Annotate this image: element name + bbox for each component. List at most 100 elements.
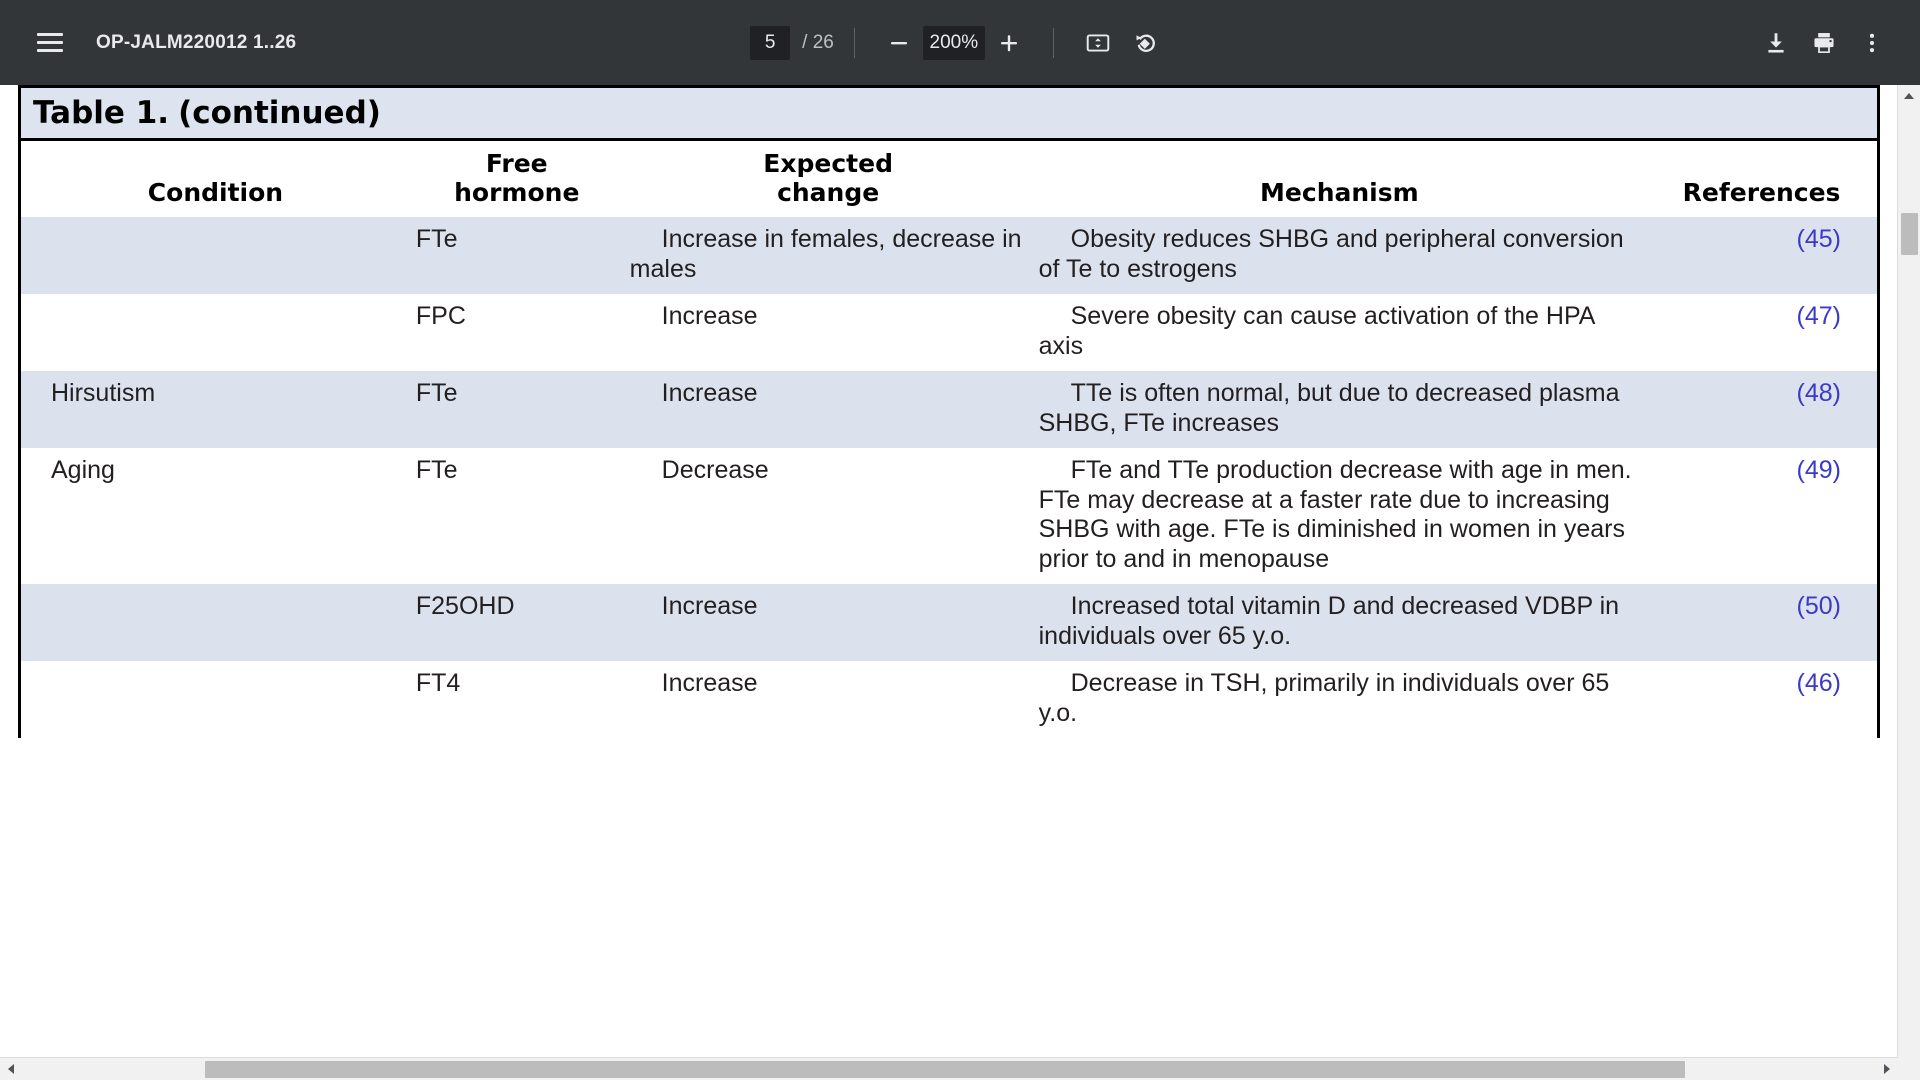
rotate-button[interactable] [1122,19,1170,67]
cell-expected-change: Decrease [623,448,1033,584]
page-total-label: / 26 [802,31,834,53]
cell-expected-change-text: Increase [661,592,758,620]
cell-condition [19,294,410,371]
cell-reference-text: (46) [1796,669,1841,697]
pdf-toolbar: OP-JALM220012 1..26 / 26 200% [0,0,1920,85]
column-header-expected-change-line2: change [777,178,880,207]
hamburger-menu-glyph [37,33,63,52]
more-options-button[interactable] [1848,19,1896,67]
cell-condition: Aging [19,448,410,584]
horizontal-scrollbar[interactable] [0,1057,1898,1080]
fit-to-page-button[interactable] [1074,19,1122,67]
plus-icon [1000,34,1017,51]
cell-expected-change-text: Increase [661,302,758,330]
cell-expected-change: Increase [623,661,1033,738]
cell-reference: (49) [1646,448,1879,584]
cell-mechanism: Decrease in TSH, primarily in individual… [1032,661,1647,738]
cell-free-hormone-text: FTe [415,379,458,407]
table-header: Condition Free hormone Expected change M… [19,141,1879,217]
cell-mechanism: Increased total vitamin D and decreased … [1032,584,1647,661]
cell-free-hormone-text: F25OHD [415,592,515,620]
table-row: FTe Increase in females, decrease in male… [19,217,1879,294]
cell-reference: (45) [1646,217,1879,294]
toolbar-left-group: OP-JALM220012 1..26 [0,19,296,67]
table-row: Hirsutism FTe Increase TTe is often normal,… [19,371,1879,448]
cell-reference: (48) [1646,371,1879,448]
scroll-up-glyph [1904,93,1914,99]
more-options-icon [1869,33,1875,52]
cell-free-hormone-text: FTe [415,225,458,253]
toolbar-divider [853,27,855,58]
zoom-level-display[interactable]: 200% [922,25,985,60]
cell-mechanism: Severe obesity can cause activation of t… [1032,294,1647,371]
cell-expected-change: Increase [623,371,1033,448]
cell-reference-text: (47) [1796,302,1841,330]
cell-expected-change-text: Increase [661,669,758,697]
cell-free-hormone-text: FPC [415,302,466,330]
scroll-right-arrow-icon[interactable] [1876,1058,1898,1080]
cell-condition: Hirsutism [19,371,410,448]
table-row: FT4 Increase Decrease in TSH, primarily in… [19,661,1879,738]
vertical-scrollbar[interactable] [1897,85,1920,1080]
cell-reference-text: (45) [1796,225,1841,253]
cell-mechanism-text: TTe is often normal, but due to decrease… [1038,379,1620,437]
document-title: OP-JALM220012 1..26 [96,31,297,53]
column-header-expected-change-line1: Expected [763,149,893,178]
data-table: Condition Free hormone Expected change M… [18,141,1880,738]
zoom-in-button[interactable] [985,19,1033,67]
table-row: F25OHD Increase Increased total vitamin D … [19,584,1879,661]
table-row: Aging FTe Decrease FTe and TTe production d… [19,448,1879,584]
cell-reference: (47) [1646,294,1879,371]
table-row: FPC Increase Severe obesity can cause acti… [19,294,1879,371]
cell-expected-change-text: Increase [661,379,758,407]
page-number-input[interactable] [750,25,791,60]
print-button[interactable] [1800,19,1848,67]
column-header-mechanism: Mechanism [1032,141,1647,217]
cell-condition [19,584,410,661]
cell-expected-change: Increase [623,294,1033,371]
table-caption-continued: (continued) [178,95,381,131]
cell-mechanism-text: Obesity reduces SHBG and peripheral conv… [1038,225,1624,283]
cell-reference-text: (48) [1796,379,1841,407]
toolbar-right-group [1752,19,1896,67]
table-caption: Table 1. (continued) [18,85,1880,141]
scroll-left-arrow-icon[interactable] [0,1058,22,1080]
column-header-references: References [1646,141,1879,217]
cell-reference: (46) [1646,661,1879,738]
cell-condition-text: Hirsutism [51,379,156,407]
minus-icon [890,41,907,44]
rotate-counterclockwise-icon [1136,34,1155,52]
print-icon [1814,32,1834,53]
download-icon [1768,32,1784,53]
pdf-page-viewport[interactable]: Table 1. (continued) Condition Free horm… [0,85,1920,1080]
cell-free-hormone: F25OHD [409,584,624,661]
cell-reference: (50) [1646,584,1879,661]
table-caption-label: Table 1. [33,95,170,131]
table-body: FTe Increase in females, decrease in male… [19,217,1879,738]
horizontal-scrollbar-thumb[interactable] [205,1061,1685,1078]
toolbar-divider-2 [1052,27,1054,58]
cell-reference-text: (50) [1796,592,1841,620]
column-header-free-hormone-line1: Free [485,149,548,178]
cell-free-hormone: FTe [409,448,624,584]
cell-mechanism-text: FTe and TTe production decrease with age… [1038,456,1632,573]
cell-expected-change: Increase in females, decrease in males [623,217,1033,294]
cell-mechanism: Obesity reduces SHBG and peripheral conv… [1032,217,1647,294]
cell-free-hormone-text: FTe [415,456,458,484]
cell-reference-text: (49) [1796,456,1841,484]
scroll-up-arrow-icon[interactable] [1898,85,1920,107]
cell-expected-change-text: Decrease [661,456,769,484]
hamburger-menu-icon[interactable] [26,19,74,67]
cell-free-hormone: FTe [409,217,624,294]
cell-free-hormone-text: FT4 [415,669,461,697]
zoom-out-button[interactable] [875,19,923,67]
download-button[interactable] [1752,19,1800,67]
vertical-scrollbar-thumb[interactable] [1901,213,1918,255]
cell-mechanism-text: Increased total vitamin D and decreased … [1038,592,1620,650]
column-header-references-label: References [1682,178,1841,207]
column-header-free-hormone: Free hormone [409,141,624,217]
column-header-free-hormone-line2: hormone [454,178,580,207]
cell-condition-text: Aging [51,456,115,484]
table-header-row: Condition Free hormone Expected change M… [19,141,1879,217]
cell-expected-change-text: Increase in females, decrease in males [629,225,1022,283]
